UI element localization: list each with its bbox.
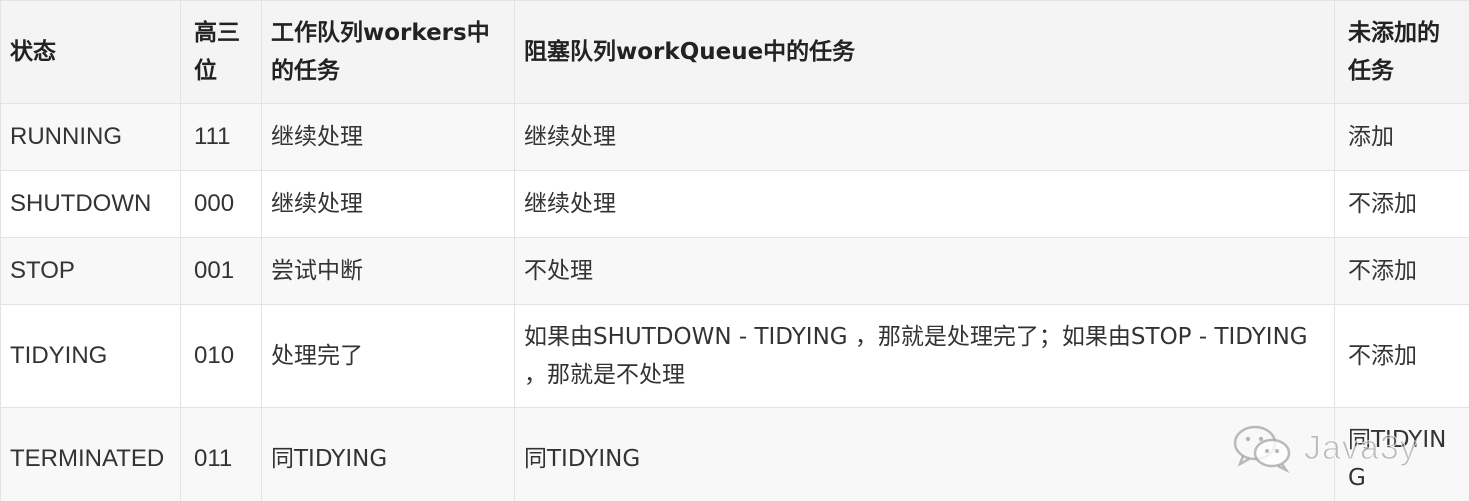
queue-tasks-cell: 继续处理 (514, 103, 1335, 171)
header-row: 状态 高三位 工作队列workers中的任务 阻塞队列workQueue中的任务… (0, 0, 1469, 104)
state-cell: SHUTDOWN (0, 170, 181, 238)
table-body: RUNNING 111 继续处理 继续处理 添加 SHUTDOWN 000 继续… (0, 103, 1469, 501)
new-tasks-cell: 不添加 (1334, 304, 1469, 408)
table-row: RUNNING 111 继续处理 继续处理 添加 (0, 103, 1469, 171)
high-bits-cell: 001 (180, 237, 262, 305)
high-bits-cell: 000 (180, 170, 262, 238)
high-bits-cell: 011 (180, 407, 262, 501)
new-tasks-cell: 同TIDYING (1334, 407, 1469, 501)
workers-tasks-cell: 处理完了 (261, 304, 515, 408)
new-tasks-cell: 不添加 (1334, 170, 1469, 238)
high-bits-cell: 111 (180, 103, 262, 171)
header-new-tasks: 未添加的任务 (1334, 0, 1469, 104)
state-cell: STOP (0, 237, 181, 305)
queue-tasks-cell: 同TIDYING (514, 407, 1335, 501)
header-queue-tasks: 阻塞队列workQueue中的任务 (514, 0, 1335, 104)
table-row: SHUTDOWN 000 继续处理 继续处理 不添加 (0, 170, 1469, 238)
table-row: TIDYING 010 处理完了 如果由SHUTDOWN - TIDYING ，… (0, 304, 1469, 408)
table-header: 状态 高三位 工作队列workers中的任务 阻塞队列workQueue中的任务… (0, 0, 1469, 104)
new-tasks-cell: 不添加 (1334, 237, 1469, 305)
thread-pool-state-table: 状态 高三位 工作队列workers中的任务 阻塞队列workQueue中的任务… (0, 0, 1469, 501)
state-cell: TIDYING (0, 304, 181, 408)
header-high-bits: 高三位 (180, 0, 262, 104)
new-tasks-cell: 添加 (1334, 103, 1469, 171)
workers-tasks-cell: 尝试中断 (261, 237, 515, 305)
state-cell: TERMINATED (0, 407, 181, 501)
queue-tasks-cell: 如果由SHUTDOWN - TIDYING ，那就是处理完了；如果由STOP -… (514, 304, 1335, 408)
table-row: STOP 001 尝试中断 不处理 不添加 (0, 237, 1469, 305)
state-cell: RUNNING (0, 103, 181, 171)
workers-tasks-cell: 继续处理 (261, 103, 515, 171)
high-bits-cell: 010 (180, 304, 262, 408)
header-state: 状态 (0, 0, 181, 104)
workers-tasks-cell: 同TIDYING (261, 407, 515, 501)
table-row: TERMINATED 011 同TIDYING 同TIDYING 同TIDYIN… (0, 407, 1469, 501)
queue-tasks-cell: 继续处理 (514, 170, 1335, 238)
header-workers-tasks: 工作队列workers中的任务 (261, 0, 515, 104)
queue-tasks-cell: 不处理 (514, 237, 1335, 305)
workers-tasks-cell: 继续处理 (261, 170, 515, 238)
